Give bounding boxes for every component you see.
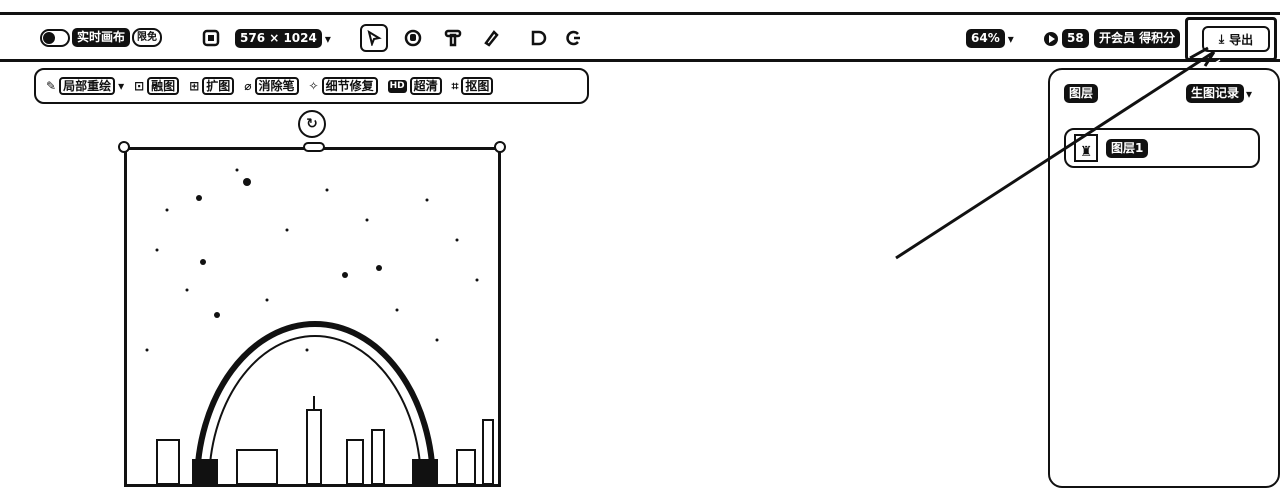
layers-panel-title: 图层: [1064, 84, 1099, 103]
layer-thumbnail: ♜: [1074, 134, 1098, 162]
image-edit-toolbar: ✎ 局部重绘 ▾ ⊡ 融图 ⊞ 扩图 ⌀ 消除笔 ✧ 细节修复 HD 超清 ⌗ …: [34, 68, 589, 104]
tool-label: 消除笔: [254, 77, 299, 95]
tool-label: 局部重绘: [59, 77, 116, 95]
tool-detail-fix[interactable]: ✧ 细节修复: [309, 77, 378, 95]
hd-icon: HD: [387, 79, 407, 93]
chevron-down-icon: ▾: [1246, 86, 1253, 101]
wand-icon: ✧: [308, 79, 319, 93]
canvas-image-frame[interactable]: [124, 147, 501, 487]
generation-history-label: 生图记录: [1186, 84, 1245, 103]
tool-expand[interactable]: ⊞ 扩图: [189, 77, 235, 95]
tool-label: 超清: [409, 77, 442, 95]
tool-merge[interactable]: ⊡ 融图: [134, 77, 180, 95]
layer-item[interactable]: ♜ 图层1: [1064, 128, 1260, 168]
tool-label: 细节修复: [321, 77, 378, 95]
eraser-icon: ⌀: [244, 79, 252, 93]
rotate-icon: ↻: [306, 116, 318, 132]
tool-upscale[interactable]: HD 超清: [387, 77, 442, 95]
expand-icon: ⊞: [189, 79, 200, 93]
chevron-down-icon: ▾: [118, 79, 125, 93]
canvas-image: [145, 168, 494, 485]
generation-history-button[interactable]: 生图记录 ▾: [1186, 84, 1252, 103]
tool-label: 融图: [147, 77, 180, 95]
merge-icon: ⊡: [134, 79, 145, 93]
resize-handle-top-left[interactable]: [118, 141, 130, 153]
layer-name: 图层1: [1106, 138, 1149, 158]
resize-handle-top-right[interactable]: [494, 141, 506, 153]
rotate-handle[interactable]: ↻: [298, 110, 326, 138]
tool-inpaint[interactable]: ✎ 局部重绘 ▾: [46, 77, 124, 95]
resize-handle-top[interactable]: [303, 142, 325, 152]
tool-cutout[interactable]: ⌗ 抠图: [452, 77, 494, 95]
brush-icon: ✎: [46, 79, 57, 93]
layers-panel: 图层 生图记录 ▾ ♜ 图层1: [1048, 68, 1280, 488]
tool-eraser[interactable]: ⌀ 消除笔: [244, 77, 299, 95]
cutout-icon: ⌗: [451, 78, 459, 93]
tool-label: 扩图: [202, 77, 235, 95]
tool-label: 抠图: [461, 77, 494, 95]
